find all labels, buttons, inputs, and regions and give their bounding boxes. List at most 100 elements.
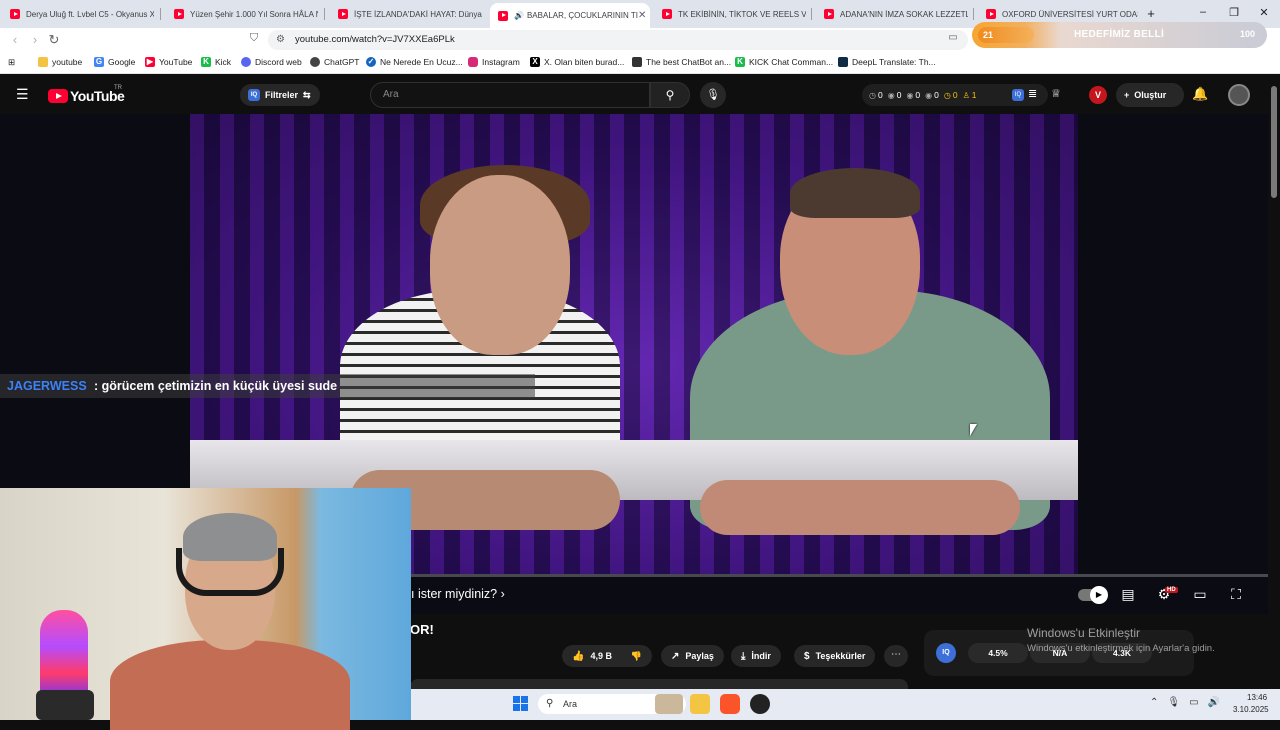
- browser-tab[interactable]: Yüzen Şehir 1.000 Yıl Sonra HÂLA Ne: [166, 3, 318, 25]
- theater-mode-icon[interactable]: ▭: [1189, 586, 1211, 603]
- bookmark-discord[interactable]: Discord web: [241, 57, 302, 67]
- notifications-bell-icon[interactable]: 🔔: [1192, 86, 1208, 102]
- stat-item: ◉ 0: [887, 90, 902, 100]
- stat-item: ◉ 0: [925, 90, 939, 100]
- browser-tab[interactable]: İŞTE İZLANDA'DAKİ HAYAT: Dünyanı: [330, 3, 482, 25]
- minimize-icon[interactable]: –: [1195, 6, 1211, 18]
- extension-counter-left: 21: [978, 27, 1034, 43]
- bookmark-ne-nerede[interactable]: ✓ Ne Nerede En Ucuz...: [366, 57, 463, 67]
- bookmark-kick-chat[interactable]: K KICK Chat Comman...: [735, 57, 833, 67]
- network-icon[interactable]: ▭: [1189, 697, 1198, 708]
- extension-counter-right: 100: [1240, 29, 1256, 39]
- region-code: TR: [114, 85, 122, 91]
- taskbar-time[interactable]: 13:46: [1247, 693, 1267, 702]
- bookmark-label: The best ChatBot an...: [646, 57, 732, 67]
- url-text: youtube.com/watch?v=JV7XXEa6PLk: [295, 34, 455, 45]
- reload-icon[interactable]: ↻: [46, 32, 62, 48]
- tab-title: Yüzen Şehir 1.000 Yıl Sonra HÂLA Ne: [190, 9, 318, 19]
- iq-stat-percent: 4.5%: [968, 643, 1028, 663]
- browser-tab[interactable]: ADANA'NIN İMZA SOKAK LEZZETLER: [816, 3, 968, 25]
- bookmark-label: Ne Nerede En Ucuz...: [380, 57, 463, 67]
- microphone-icon: 🎙: [706, 89, 720, 101]
- start-button[interactable]: [513, 696, 529, 712]
- thanks-button[interactable]: $ Teşekkürler: [794, 645, 876, 667]
- more-actions-button[interactable]: ⋯: [884, 645, 908, 667]
- playlist-icon[interactable]: ≣: [1028, 87, 1037, 100]
- chevron-up-icon[interactable]: ⌃: [1150, 697, 1158, 708]
- restore-icon[interactable]: ❐: [1226, 6, 1242, 19]
- youtube-favicon-icon: [498, 10, 508, 21]
- iq-logo: IQ: [936, 643, 956, 663]
- bookmark-label: Kick: [215, 57, 232, 67]
- filters-button[interactable]: IQ Filtreler ⇆: [240, 84, 320, 106]
- bookmark-chatbot[interactable]: The best ChatBot an...: [632, 57, 731, 67]
- bookmarks-bar: ⊞ youtube G Google ▶ YouTube K Kick Discord…: [0, 52, 1280, 74]
- kick-icon: K: [201, 57, 211, 67]
- voice-search-button[interactable]: 🎙: [700, 82, 726, 108]
- description-box[interactable]: [410, 679, 908, 689]
- search-button[interactable]: ⚲: [650, 82, 690, 108]
- google-icon: G: [94, 57, 104, 67]
- cast-icon[interactable]: ▭: [945, 32, 961, 43]
- youtube-favicon-icon: [986, 9, 996, 19]
- next-video-prompt[interactable]: ı ister miydiniz? ›: [411, 587, 505, 601]
- stat-item: ◷ 0: [943, 90, 958, 100]
- eye-icon: ◉: [887, 91, 895, 100]
- bookmark-kick[interactable]: K Kick: [201, 57, 231, 67]
- scrollbar-thumb[interactable]: [1271, 86, 1277, 198]
- download-button[interactable]: ⤓ İndir: [731, 645, 781, 667]
- browser-tab[interactable]: TK EKİBİNİN, TİKTOK VE REELS VİDEC: [654, 3, 806, 25]
- youtube-icon: ▶: [145, 57, 155, 67]
- file-explorer-icon[interactable]: [690, 694, 710, 714]
- iq-extension-icon[interactable]: IQ: [1012, 89, 1024, 101]
- taskbar-date[interactable]: 3.10.2025: [1233, 705, 1269, 714]
- fullscreen-icon[interactable]: ⛶: [1225, 586, 1247, 603]
- activation-watermark-title: Windows'u Etkinleştir: [1027, 626, 1140, 640]
- chat-username: JAGERWESS: [7, 379, 87, 393]
- bookmark-chatgpt[interactable]: ChatGPT: [310, 57, 359, 67]
- microphone-icon[interactable]: 🎙: [1167, 697, 1180, 708]
- youtube-logo[interactable]: YouTube TR: [48, 85, 125, 104]
- browser-tab[interactable]: Derya Uluğ ft. Lvbel C5 - Okyanus X: [2, 3, 154, 25]
- search-input[interactable]: Ara: [370, 82, 650, 108]
- share-button[interactable]: ↗ Paylaş: [661, 645, 724, 667]
- menu-icon[interactable]: ☰: [16, 86, 29, 103]
- subtitles-icon[interactable]: ▤: [1117, 586, 1139, 603]
- like-button[interactable]: 👍 4,9 B 👎: [562, 645, 652, 667]
- obs-icon[interactable]: [750, 694, 770, 714]
- youtube-favicon-icon: [338, 9, 348, 19]
- create-button[interactable]: + Oluştur: [1116, 83, 1184, 107]
- thumbs-down-icon[interactable]: 👎: [631, 651, 642, 662]
- volume-icon[interactable]: 🔊: [1208, 697, 1220, 708]
- deepl-icon: [838, 57, 848, 67]
- bookmark-x[interactable]: X X. Olan biten burad...: [530, 57, 624, 67]
- close-window-icon[interactable]: ✕: [1256, 6, 1272, 19]
- browser-tab-active[interactable]: 🔊 BABALAR, ÇOCUKLARININ TI ✕: [490, 3, 650, 28]
- bookmark-icon[interactable]: ⛉: [246, 32, 262, 45]
- extension-v-badge[interactable]: V: [1089, 86, 1107, 104]
- bookmark-youtube[interactable]: ▶ YouTube: [145, 57, 192, 67]
- iq-icon: IQ: [248, 89, 260, 101]
- url-field[interactable]: ⚙ youtube.com/watch?v=JV7XXEa6PLk: [268, 30, 968, 50]
- site-info-icon[interactable]: ⚙: [276, 30, 285, 50]
- autoplay-toggle[interactable]: ▶: [1078, 586, 1108, 604]
- close-tab-icon[interactable]: ✕: [638, 10, 646, 21]
- trophy-icon[interactable]: ♕: [1051, 87, 1061, 100]
- youtube-favicon-icon: [174, 9, 184, 19]
- webcam-light-stand: [36, 690, 94, 720]
- apps-grid-icon[interactable]: ⊞: [8, 57, 15, 68]
- user-avatar[interactable]: [1228, 84, 1250, 106]
- bookmark-instagram[interactable]: Instagram: [468, 57, 520, 67]
- system-tray[interactable]: ⌃ 🎙 ▭ 🔊: [1150, 697, 1220, 708]
- video-title: OR!: [410, 622, 434, 637]
- taskbar-search-label: Ara: [563, 699, 578, 709]
- back-icon[interactable]: ‹: [7, 32, 23, 47]
- bookmark-youtube-folder[interactable]: youtube: [38, 57, 82, 67]
- bookmark-deepl[interactable]: DeepL Translate: Th...: [838, 57, 936, 67]
- video-person-right-hair: [790, 168, 920, 218]
- forward-icon[interactable]: ›: [27, 32, 43, 47]
- brave-browser-icon[interactable]: [720, 694, 740, 714]
- bookmark-google[interactable]: G Google: [94, 57, 135, 67]
- new-tab-button[interactable]: +: [1143, 6, 1159, 21]
- sliders-icon: ⇆: [303, 89, 311, 100]
